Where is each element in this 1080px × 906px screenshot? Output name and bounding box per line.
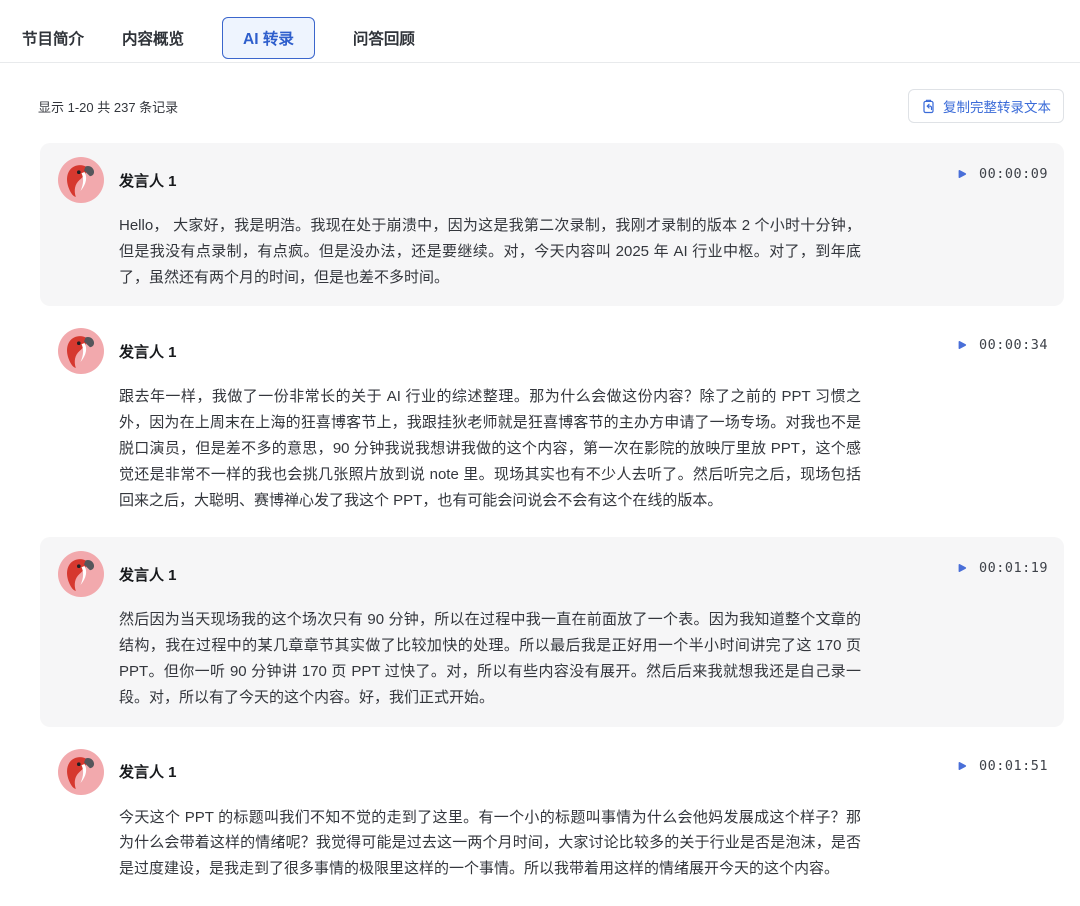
speaker-name: 发言人 1 (119, 170, 177, 191)
transcript-entry: 发言人 1 00:01:51 今天这个 PPT 的标题叫我们不知不觉的走到了这里… (40, 735, 1064, 898)
tab-program-intro[interactable]: 节目简介 (22, 18, 84, 58)
timestamp: 00:01:51 (979, 758, 1048, 774)
play-icon[interactable] (956, 760, 968, 772)
transcript-text: Hello， 大家好，我是明浩。我现在处于崩溃中，因为这是我第二次录制，我刚才录… (119, 213, 861, 290)
timestamp: 00:00:09 (979, 166, 1048, 182)
timestamp: 00:00:34 (979, 337, 1048, 353)
transcript-text: 然后因为当天现场我的这个场次只有 90 分钟，所以在过程中我一直在前面放了一个表… (119, 607, 861, 710)
tab-bar: 节目简介 内容概览 AI 转录 问答回顾 (0, 0, 1080, 63)
speaker-avatar (58, 551, 104, 597)
play-icon[interactable] (956, 339, 968, 351)
speaker-name: 发言人 1 (119, 341, 177, 362)
parrot-avatar-icon (58, 157, 104, 203)
speaker-name: 发言人 1 (119, 564, 177, 585)
records-summary: 显示 1-20 共 237 条记录 (38, 97, 178, 116)
tab-ai-transcript[interactable]: AI 转录 (222, 17, 315, 59)
speaker-name: 发言人 1 (119, 761, 177, 782)
timestamp: 00:01:19 (979, 560, 1048, 576)
speaker-avatar (58, 749, 104, 795)
transcript-entry: 发言人 1 00:00:09 Hello， 大家好，我是明浩。我现在处于崩溃中，… (40, 143, 1064, 306)
speaker-avatar (58, 157, 104, 203)
transcript-text: 今天这个 PPT 的标题叫我们不知不觉的走到了这里。有一个小的标题叫事情为什么会… (119, 805, 861, 882)
parrot-avatar-icon (58, 749, 104, 795)
transcript-list: 发言人 1 00:00:09 Hello， 大家好，我是明浩。我现在处于崩溃中，… (40, 143, 1064, 898)
transcript-toolbar: 显示 1-20 共 237 条记录 复制完整转录文本 (38, 89, 1064, 123)
parrot-avatar-icon (58, 551, 104, 597)
tab-content-overview[interactable]: 内容概览 (122, 18, 184, 58)
play-icon[interactable] (956, 168, 968, 180)
speaker-avatar (58, 328, 104, 374)
tab-qa-review[interactable]: 问答回顾 (353, 18, 415, 58)
copy-button-label: 复制完整转录文本 (943, 96, 1051, 116)
play-icon[interactable] (956, 562, 968, 574)
transcript-entry: 发言人 1 00:00:34 跟去年一样，我做了一份非常长的关于 AI 行业的综… (40, 314, 1064, 529)
transcript-text: 跟去年一样，我做了一份非常长的关于 AI 行业的综述整理。那为什么会做这份内容？… (119, 384, 861, 513)
parrot-avatar-icon (58, 328, 104, 374)
clipboard-copy-icon (921, 99, 936, 114)
transcript-entry: 发言人 1 00:01:19 然后因为当天现场我的这个场次只有 90 分钟，所以… (40, 537, 1064, 726)
copy-full-transcript-button[interactable]: 复制完整转录文本 (908, 89, 1064, 123)
